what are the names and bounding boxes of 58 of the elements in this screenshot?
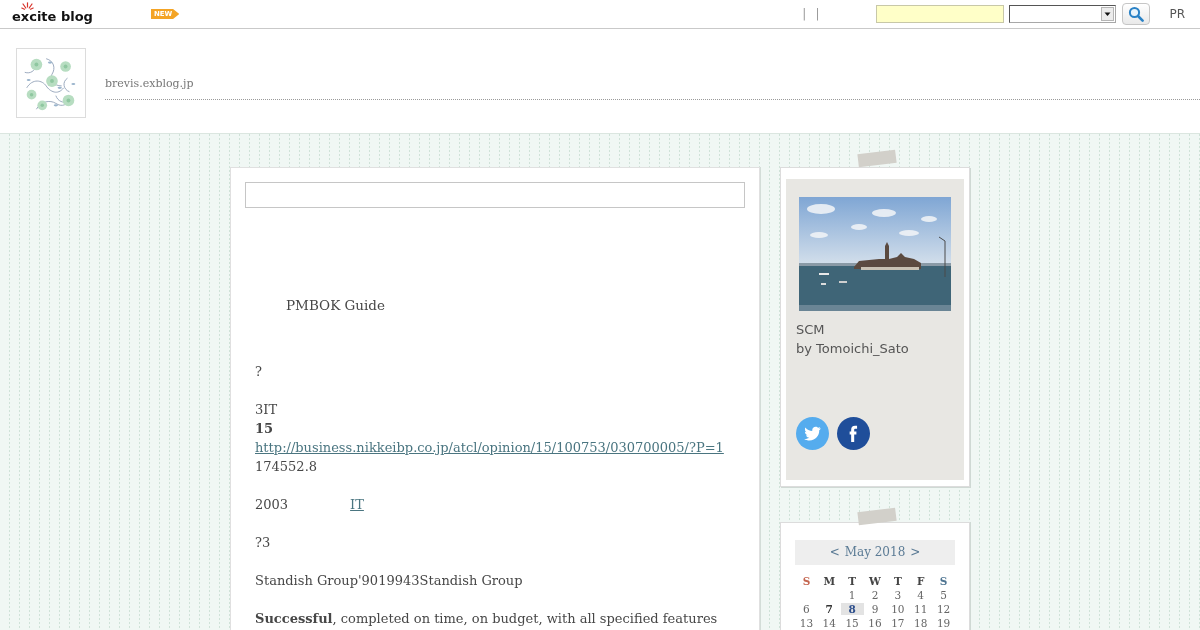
next-month-link[interactable]: > — [910, 545, 921, 560]
body-text: 3IT — [255, 402, 278, 417]
calendar-day: 14 — [817, 617, 841, 629]
search-icon — [1128, 6, 1145, 22]
calendar-day: 18 — [909, 617, 933, 629]
bird-icon[interactable] — [796, 417, 829, 450]
weekday-label: S — [801, 574, 812, 588]
calendar-day[interactable]: 8 — [840, 603, 864, 615]
floral-pattern-drawing — [16, 48, 86, 118]
text-link[interactable]: IT — [350, 497, 364, 512]
bold-text: 15 — [255, 421, 274, 436]
spark-icon — [21, 1, 34, 10]
body-text: 2003 — [255, 497, 289, 512]
lead-text: PMBOK Guide — [286, 296, 385, 315]
author-byline: by Tomoichi_Sato — [796, 340, 909, 358]
text-link[interactable]: http://business.nikkeibp.co.jp/atcl/opinion/15/100753/030700005/?P=1 — [255, 440, 724, 455]
calendar-day: 3 — [886, 589, 910, 601]
link-separator: | — [815, 7, 820, 21]
body-text: Standish Group'9019943Standish Group — [255, 573, 523, 588]
link-separator: | — [802, 7, 807, 21]
body-text: ?3 — [255, 535, 271, 550]
calendar-day: 16 — [863, 617, 887, 629]
pr-label: PR — [1169, 7, 1185, 21]
calendar-day: 1 — [840, 589, 864, 601]
tape-strip — [857, 149, 897, 168]
calendar-day: 5 — [932, 589, 955, 601]
body-text: ? — [255, 364, 262, 379]
weekday-label: M — [822, 574, 837, 588]
calendar-day: 2 — [863, 589, 887, 601]
calendar-day: 17 — [886, 617, 910, 629]
calendar-day: 6 — [795, 603, 818, 615]
search-button[interactable] — [1122, 3, 1151, 25]
caret-icon — [1101, 7, 1115, 21]
blog-url: brevis.exblog.jp — [105, 77, 194, 90]
body-text: 174552.8 — [255, 459, 318, 474]
weekday-label: F — [915, 574, 926, 588]
calendar-day: 12 — [932, 603, 955, 615]
blog-title: SCM — [796, 321, 825, 339]
calendar-day: 15 — [840, 617, 864, 629]
calendar-day: 9 — [863, 603, 887, 615]
weekday-label: T — [847, 574, 858, 588]
site-logo[interactable]: excite blog — [12, 1, 93, 24]
calendar-day: 11 — [909, 603, 933, 615]
month-title: May 2018 — [844, 545, 906, 560]
calendar-day[interactable]: 7 — [817, 603, 841, 615]
body-text: Successful, completed on time, on budget, with all specified features — [255, 611, 718, 626]
calendar-day: 10 — [886, 603, 910, 615]
f-logo-icon[interactable] — [837, 417, 870, 450]
category-select[interactable] — [1009, 5, 1117, 23]
weekday-label: T — [892, 574, 903, 588]
tape-strip — [857, 507, 897, 526]
search-field[interactable] — [876, 5, 1005, 23]
weekday-label: W — [868, 574, 882, 588]
calendar-day: 13 — [795, 617, 818, 629]
prev-month-link[interactable]: < — [829, 545, 840, 560]
weekday-label: S — [938, 574, 949, 588]
calendar-day: 4 — [909, 589, 933, 601]
calendar-day: 19 — [932, 617, 955, 629]
